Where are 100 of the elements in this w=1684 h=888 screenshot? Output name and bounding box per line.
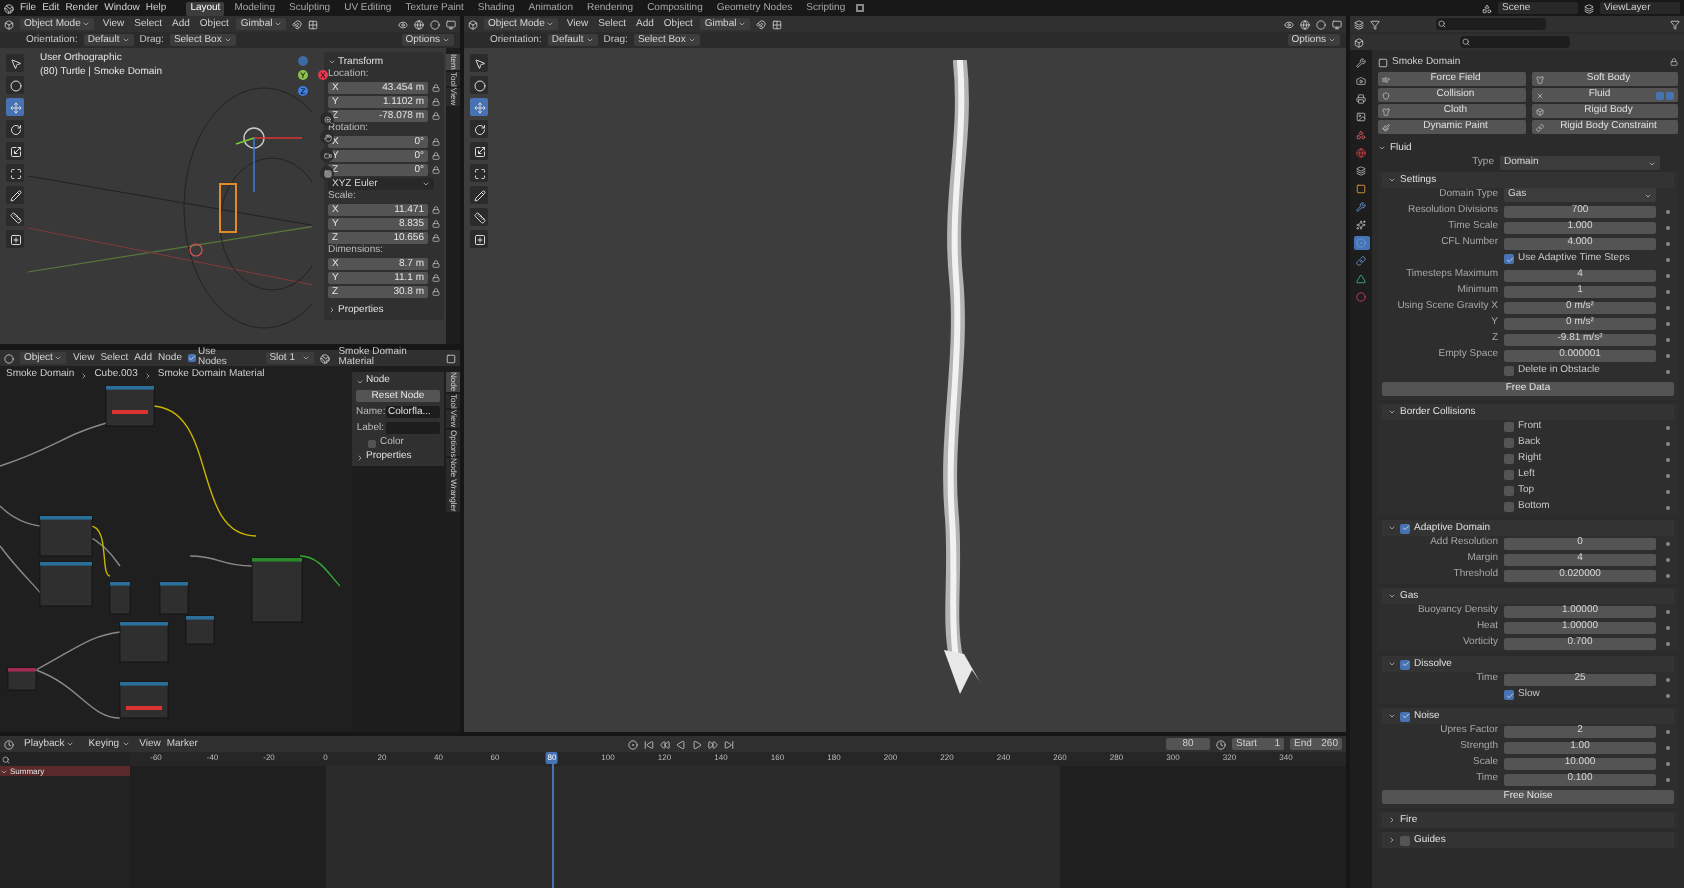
snap-icon[interactable] bbox=[292, 19, 303, 29]
record-icon[interactable] bbox=[628, 739, 639, 749]
tool-button[interactable] bbox=[470, 142, 488, 160]
shading-icon[interactable] bbox=[430, 19, 440, 29]
properties-tab[interactable] bbox=[1353, 272, 1369, 286]
tool-button[interactable] bbox=[6, 208, 24, 226]
navigation-button[interactable] bbox=[320, 148, 334, 162]
lock-icon[interactable] bbox=[432, 234, 440, 242]
lock-icon[interactable] bbox=[432, 260, 440, 268]
checkbox[interactable] bbox=[1504, 502, 1514, 512]
properties-tab[interactable] bbox=[1353, 236, 1369, 250]
grid-icon[interactable] bbox=[772, 19, 783, 29]
checkbox[interactable] bbox=[1504, 254, 1514, 264]
checkbox[interactable] bbox=[1504, 438, 1514, 448]
tool-button[interactable] bbox=[6, 54, 24, 72]
play-reverse-icon[interactable] bbox=[676, 739, 687, 749]
lock-icon[interactable] bbox=[432, 152, 440, 160]
lock-icon[interactable] bbox=[432, 84, 440, 92]
properties-tab[interactable] bbox=[1353, 110, 1369, 124]
checkbox[interactable] bbox=[187, 354, 196, 362]
checkbox[interactable] bbox=[1504, 470, 1514, 480]
lock-icon[interactable] bbox=[432, 220, 440, 228]
outliner-icon[interactable] bbox=[1354, 19, 1364, 29]
shader-node[interactable] bbox=[119, 681, 169, 719]
properties-tab[interactable] bbox=[1353, 92, 1369, 106]
navigation-button[interactable] bbox=[320, 166, 334, 180]
add-workspace-icon[interactable] bbox=[855, 4, 864, 12]
checkbox[interactable] bbox=[1504, 422, 1514, 432]
shader-node[interactable] bbox=[7, 667, 37, 691]
view-icon[interactable] bbox=[446, 19, 456, 29]
tool-button[interactable] bbox=[470, 230, 488, 248]
properties-tab[interactable] bbox=[1353, 182, 1369, 196]
lock-icon[interactable] bbox=[432, 206, 440, 214]
play-icon[interactable] bbox=[692, 739, 703, 749]
checkbox[interactable] bbox=[1504, 454, 1514, 464]
tool-button[interactable] bbox=[6, 230, 24, 248]
checkbox[interactable] bbox=[1400, 523, 1410, 533]
lock-icon[interactable] bbox=[432, 274, 440, 282]
filter-icon[interactable] bbox=[1670, 19, 1680, 29]
shader-node[interactable] bbox=[109, 581, 131, 615]
properties-tab[interactable] bbox=[1353, 56, 1369, 70]
properties-tab[interactable] bbox=[1353, 200, 1369, 214]
axis-handle[interactable] bbox=[298, 56, 308, 66]
properties-tab[interactable] bbox=[1353, 164, 1369, 178]
shader-node[interactable] bbox=[159, 581, 189, 615]
app-logo-icon[interactable] bbox=[4, 3, 14, 13]
tool-button[interactable] bbox=[6, 164, 24, 182]
navigation-button[interactable] bbox=[320, 112, 334, 126]
properties-tab[interactable] bbox=[1353, 74, 1369, 88]
overlay-icon[interactable] bbox=[1300, 19, 1310, 29]
checkbox[interactable] bbox=[368, 439, 376, 447]
view-layer-icon[interactable] bbox=[1584, 3, 1594, 13]
tool-button[interactable] bbox=[470, 208, 488, 226]
shader-node[interactable] bbox=[251, 557, 303, 623]
shader-node[interactable] bbox=[105, 386, 155, 427]
display-mode-icon[interactable] bbox=[1370, 19, 1380, 29]
search-field[interactable] bbox=[1460, 36, 1570, 48]
properties-tab[interactable] bbox=[1353, 254, 1369, 268]
tool-button[interactable] bbox=[470, 54, 488, 72]
material-icon[interactable] bbox=[320, 353, 331, 363]
shader-node[interactable] bbox=[39, 515, 93, 557]
tool-button[interactable] bbox=[6, 76, 24, 94]
editor-type-icon[interactable] bbox=[468, 19, 478, 29]
lock-icon[interactable] bbox=[432, 112, 440, 120]
lock-icon[interactable] bbox=[432, 138, 440, 146]
overlay-icon[interactable] bbox=[414, 19, 424, 29]
tool-button[interactable] bbox=[6, 142, 24, 160]
checkbox[interactable] bbox=[1400, 711, 1410, 721]
scene-icon[interactable] bbox=[1482, 3, 1492, 13]
checkbox[interactable] bbox=[1400, 835, 1410, 845]
visibility-icon[interactable] bbox=[398, 19, 408, 29]
tool-button[interactable] bbox=[470, 76, 488, 94]
tool-button[interactable] bbox=[6, 186, 24, 204]
navigation-button[interactable] bbox=[320, 130, 334, 144]
search-field[interactable] bbox=[1436, 18, 1546, 30]
lock-icon[interactable] bbox=[432, 288, 440, 296]
checkbox[interactable] bbox=[1504, 366, 1514, 376]
properties-tab[interactable] bbox=[1353, 146, 1369, 160]
tool-button[interactable] bbox=[470, 164, 488, 182]
search-icon[interactable] bbox=[2, 755, 10, 763]
checkbox[interactable] bbox=[1504, 486, 1514, 496]
properties-tab[interactable] bbox=[1353, 218, 1369, 232]
tool-button[interactable] bbox=[6, 120, 24, 138]
lock-icon[interactable] bbox=[432, 98, 440, 106]
visibility-icon[interactable] bbox=[1284, 19, 1294, 29]
editor-type-icon[interactable] bbox=[1354, 37, 1364, 47]
stopwatch-icon[interactable] bbox=[1216, 739, 1226, 749]
jump-start-icon[interactable] bbox=[644, 739, 655, 749]
shading-icon[interactable] bbox=[1316, 19, 1326, 29]
pin-icon[interactable] bbox=[1670, 58, 1678, 66]
checkbox[interactable] bbox=[1504, 690, 1514, 700]
shader-node[interactable] bbox=[185, 615, 215, 645]
tool-button[interactable] bbox=[470, 120, 488, 138]
shader-node[interactable] bbox=[39, 561, 93, 607]
view-icon[interactable] bbox=[1332, 19, 1342, 29]
editor-type-icon[interactable] bbox=[4, 739, 14, 749]
editor-type-icon[interactable] bbox=[4, 353, 14, 363]
tool-button[interactable] bbox=[470, 186, 488, 204]
lock-icon[interactable] bbox=[432, 166, 440, 174]
properties-tab[interactable] bbox=[1353, 128, 1369, 142]
